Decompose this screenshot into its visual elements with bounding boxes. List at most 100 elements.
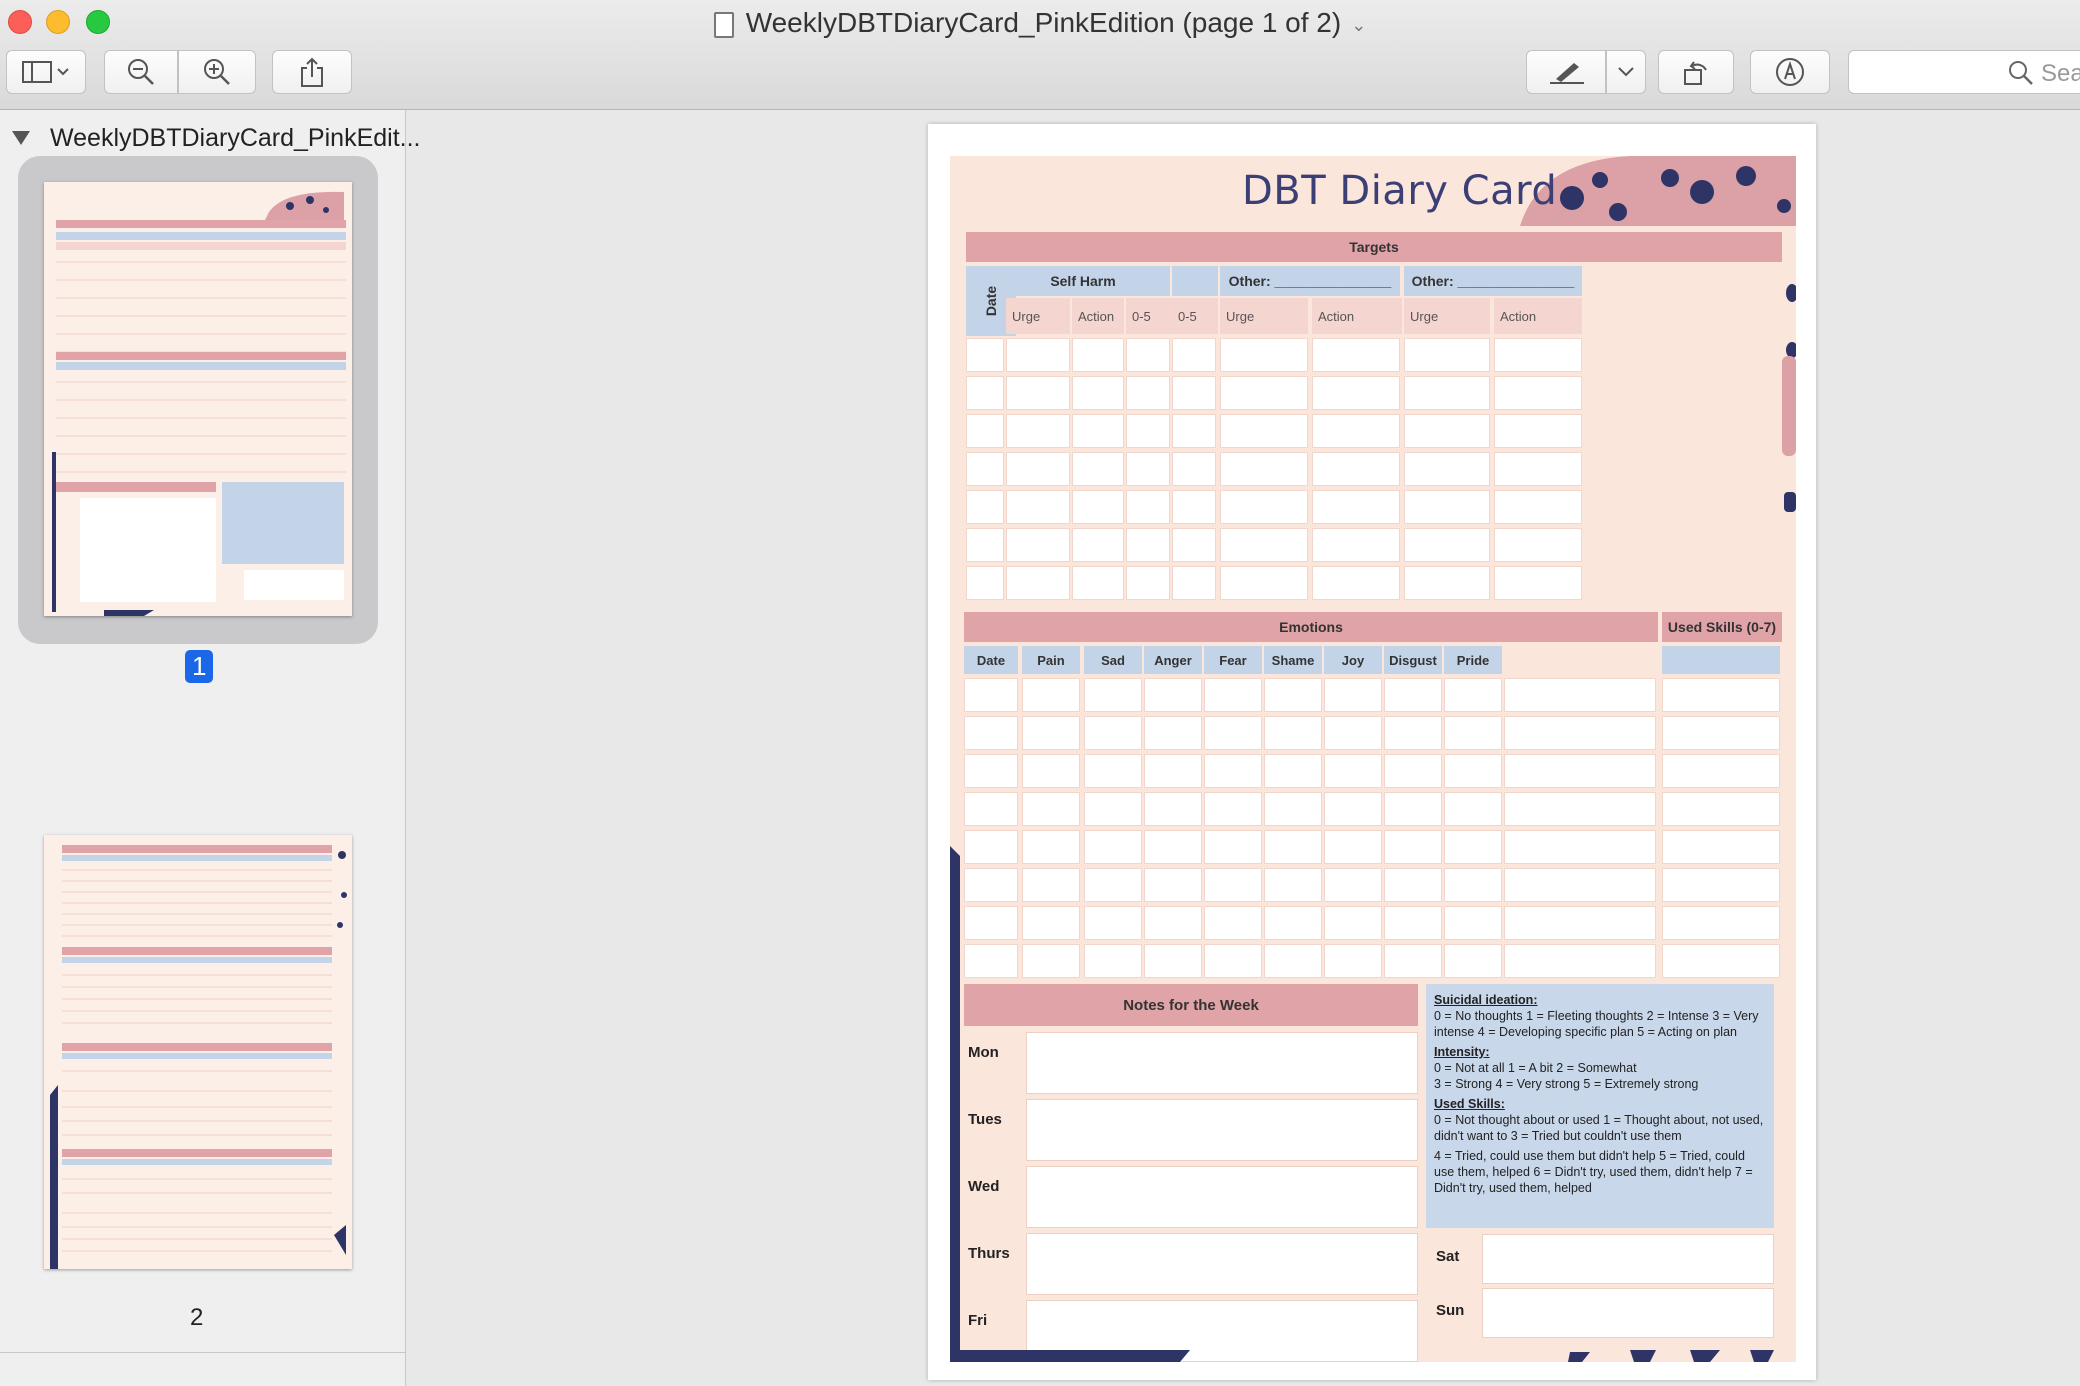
- targets-cell[interactable]: [1404, 338, 1490, 372]
- targets-cell[interactable]: [1172, 490, 1216, 524]
- targets-cell[interactable]: [1220, 566, 1308, 600]
- notes-day-box[interactable]: [1026, 1099, 1418, 1161]
- search-field[interactable]: Sea: [1848, 50, 2080, 94]
- emotions-cell[interactable]: [1324, 716, 1382, 750]
- emotions-cell[interactable]: [1324, 906, 1382, 940]
- targets-cell[interactable]: [966, 490, 1004, 524]
- targets-cell[interactable]: [1494, 414, 1582, 448]
- emotions-cell[interactable]: [1384, 906, 1442, 940]
- emotions-cell[interactable]: [1662, 906, 1780, 940]
- targets-cell[interactable]: [1494, 566, 1582, 600]
- emotions-cell[interactable]: [1084, 792, 1142, 826]
- emotions-cell[interactable]: [1264, 716, 1322, 750]
- targets-cell[interactable]: [1126, 528, 1170, 562]
- targets-cell[interactable]: [1172, 528, 1216, 562]
- annotate-button[interactable]: [1750, 50, 1830, 94]
- targets-cell[interactable]: [1312, 490, 1400, 524]
- emotions-cell[interactable]: [1022, 792, 1080, 826]
- emotions-cell[interactable]: [1444, 792, 1502, 826]
- emotions-cell[interactable]: [1264, 754, 1322, 788]
- emotions-cell[interactable]: [1204, 678, 1262, 712]
- emotions-cell[interactable]: [1264, 830, 1322, 864]
- emotions-cell[interactable]: [1264, 868, 1322, 902]
- targets-cell[interactable]: [1220, 414, 1308, 448]
- targets-cell[interactable]: [1172, 338, 1216, 372]
- targets-cell[interactable]: [1404, 452, 1490, 486]
- emotions-cell[interactable]: [1504, 944, 1656, 978]
- emotions-cell[interactable]: [964, 868, 1018, 902]
- zoom-out-button[interactable]: [104, 50, 178, 94]
- targets-cell[interactable]: [966, 376, 1004, 410]
- emotions-cell[interactable]: [1662, 716, 1780, 750]
- emotions-cell[interactable]: [1662, 868, 1780, 902]
- targets-cell[interactable]: [1006, 566, 1070, 600]
- targets-cell[interactable]: [966, 452, 1004, 486]
- targets-cell[interactable]: [1172, 566, 1216, 600]
- emotions-cell[interactable]: [1384, 830, 1442, 864]
- targets-cell[interactable]: [1072, 376, 1124, 410]
- emotions-cell[interactable]: [1384, 868, 1442, 902]
- targets-cell[interactable]: [1006, 414, 1070, 448]
- emotions-cell[interactable]: [1324, 678, 1382, 712]
- markup-button[interactable]: [1526, 50, 1606, 94]
- targets-cell[interactable]: [1312, 452, 1400, 486]
- targets-cell[interactable]: [1126, 566, 1170, 600]
- emotions-cell[interactable]: [1504, 678, 1656, 712]
- targets-cell[interactable]: [966, 528, 1004, 562]
- page-number-2[interactable]: 2: [190, 1304, 203, 1332]
- emotions-cell[interactable]: [964, 678, 1018, 712]
- targets-cell[interactable]: [1072, 414, 1124, 448]
- targets-cell[interactable]: [1494, 376, 1582, 410]
- emotions-cell[interactable]: [1084, 678, 1142, 712]
- emotions-cell[interactable]: [1084, 830, 1142, 864]
- notes-day-box[interactable]: [1482, 1234, 1774, 1284]
- targets-cell[interactable]: [1312, 528, 1400, 562]
- emotions-cell[interactable]: [1144, 944, 1202, 978]
- emotions-cell[interactable]: [964, 792, 1018, 826]
- targets-cell[interactable]: [1126, 414, 1170, 448]
- markup-menu-button[interactable]: [1606, 50, 1646, 94]
- targets-cell[interactable]: [1312, 338, 1400, 372]
- targets-cell[interactable]: [1404, 414, 1490, 448]
- sidebar-toggle-button[interactable]: [6, 50, 86, 94]
- targets-cell[interactable]: [1312, 376, 1400, 410]
- emotions-cell[interactable]: [1204, 868, 1262, 902]
- targets-cell[interactable]: [1312, 566, 1400, 600]
- emotions-cell[interactable]: [1324, 754, 1382, 788]
- window-title[interactable]: WeeklyDBTDiaryCard_PinkEdition (page 1 o…: [0, 4, 2080, 44]
- notes-day-box[interactable]: [1482, 1288, 1774, 1338]
- emotions-cell[interactable]: [1504, 754, 1656, 788]
- emotions-cell[interactable]: [1264, 944, 1322, 978]
- emotions-cell[interactable]: [1144, 716, 1202, 750]
- emotions-cell[interactable]: [1662, 754, 1780, 788]
- emotions-cell[interactable]: [1324, 944, 1382, 978]
- targets-cell[interactable]: [1404, 490, 1490, 524]
- emotions-cell[interactable]: [1264, 906, 1322, 940]
- targets-cell[interactable]: [1072, 490, 1124, 524]
- emotions-cell[interactable]: [1324, 868, 1382, 902]
- emotions-cell[interactable]: [1204, 906, 1262, 940]
- targets-cell[interactable]: [1072, 566, 1124, 600]
- emotions-cell[interactable]: [1444, 944, 1502, 978]
- emotions-cell[interactable]: [1022, 754, 1080, 788]
- emotions-cell[interactable]: [1384, 754, 1442, 788]
- targets-cell[interactable]: [1072, 452, 1124, 486]
- emotions-cell[interactable]: [1022, 716, 1080, 750]
- notes-day-box[interactable]: [1026, 1233, 1418, 1295]
- targets-cell[interactable]: [1172, 452, 1216, 486]
- emotions-cell[interactable]: [1022, 678, 1080, 712]
- emotions-cell[interactable]: [1444, 868, 1502, 902]
- targets-cell[interactable]: [1220, 490, 1308, 524]
- emotions-cell[interactable]: [1444, 716, 1502, 750]
- emotions-cell[interactable]: [1444, 678, 1502, 712]
- targets-cell[interactable]: [1404, 528, 1490, 562]
- emotions-cell[interactable]: [1444, 754, 1502, 788]
- emotions-cell[interactable]: [1384, 792, 1442, 826]
- targets-cell[interactable]: [1220, 376, 1308, 410]
- targets-cell[interactable]: [1404, 566, 1490, 600]
- targets-cell[interactable]: [1006, 528, 1070, 562]
- emotions-cell[interactable]: [1384, 678, 1442, 712]
- emotions-cell[interactable]: [1144, 906, 1202, 940]
- emotions-cell[interactable]: [1662, 830, 1780, 864]
- emotions-cell[interactable]: [1444, 906, 1502, 940]
